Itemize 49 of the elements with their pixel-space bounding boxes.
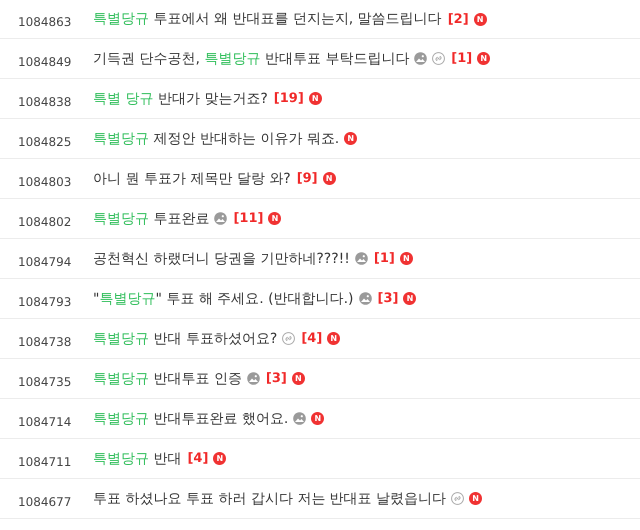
post-number: 1084738 (18, 334, 72, 348)
new-badge: N (344, 132, 358, 145)
post-number: 1084838 (18, 94, 72, 108)
post-title-link[interactable]: 특별당규 반대투표 인증 (93, 370, 242, 388)
new-badge: N (311, 412, 324, 425)
new-badge: N (327, 332, 340, 345)
post-title-link[interactable]: 투표 하셨나요 투표 하러 갑시다 저는 반대표 날렸읍니다 (93, 490, 446, 508)
comment-count[interactable]: [4] (301, 331, 322, 346)
comment-count[interactable]: [19] (274, 91, 304, 106)
post-number: 1084677 (18, 494, 72, 508)
comment-count[interactable]: [11] (233, 211, 264, 226)
new-badge: N (213, 452, 226, 465)
post-title-link[interactable]: 특별당규 반대 (93, 450, 182, 468)
new-badge: N (322, 172, 336, 185)
post-number: 1084711 (18, 454, 72, 468)
post-title-link[interactable]: 아니 뭔 투표가 제목만 달랑 와? (93, 170, 291, 188)
post-number: 1084802 (18, 214, 72, 228)
comment-count[interactable]: [4] (187, 451, 208, 466)
post-title-link[interactable]: "특별당규" 투표 해 주세요. (반대합니다.) (93, 290, 354, 308)
post-title-link[interactable]: 특별당규 반대 투표하셨어요? (93, 330, 278, 348)
new-badge: N (403, 292, 416, 305)
post-number: 1084714 (18, 414, 72, 428)
post-title-link[interactable]: 특별 당규 반대가 맞는거죠? (93, 90, 268, 108)
post-title-link[interactable]: 특별당규 반대투표완료 했어요. (93, 410, 288, 428)
new-badge: N (474, 12, 487, 26)
post-number: 1084803 (18, 174, 72, 188)
comment-count[interactable]: [1] (451, 51, 472, 66)
post-number: 1084825 (18, 134, 72, 148)
new-badge: N (469, 492, 482, 505)
post-title-link[interactable]: 특별당규 투표에서 왜 반대표를 던지는지, 말씀드립니다 (93, 10, 442, 28)
new-badge: N (400, 252, 413, 265)
new-badge: N (308, 92, 322, 105)
new-badge: N (268, 212, 282, 225)
post-number: 1084863 (18, 14, 72, 29)
post-number: 1084793 (18, 294, 72, 308)
comment-count[interactable]: [3] (378, 291, 398, 306)
post-title-link[interactable]: 특별당규 제정안 반대하는 이유가 뭐죠. (93, 130, 340, 148)
comment-count[interactable]: [9] (296, 171, 318, 186)
comment-count[interactable]: [2] (448, 12, 469, 26)
post-title-link[interactable]: 공천혁신 하랬더니 당권을 기만하네???!! (93, 250, 350, 268)
comment-count[interactable]: [1] (374, 251, 395, 266)
new-badge: N (292, 372, 305, 385)
post-number: 1084849 (18, 54, 72, 68)
post-title-link[interactable]: 기득권 단수공천, 특별당규 반대투표 부탁드립니다 (93, 50, 410, 68)
post-title-link[interactable]: 특별당규 투표완료 (93, 210, 210, 228)
comment-count[interactable]: [3] (266, 371, 287, 386)
post-number: 1084735 (18, 374, 72, 388)
post-number: 1084794 (18, 254, 72, 268)
new-badge: N (477, 52, 490, 65)
